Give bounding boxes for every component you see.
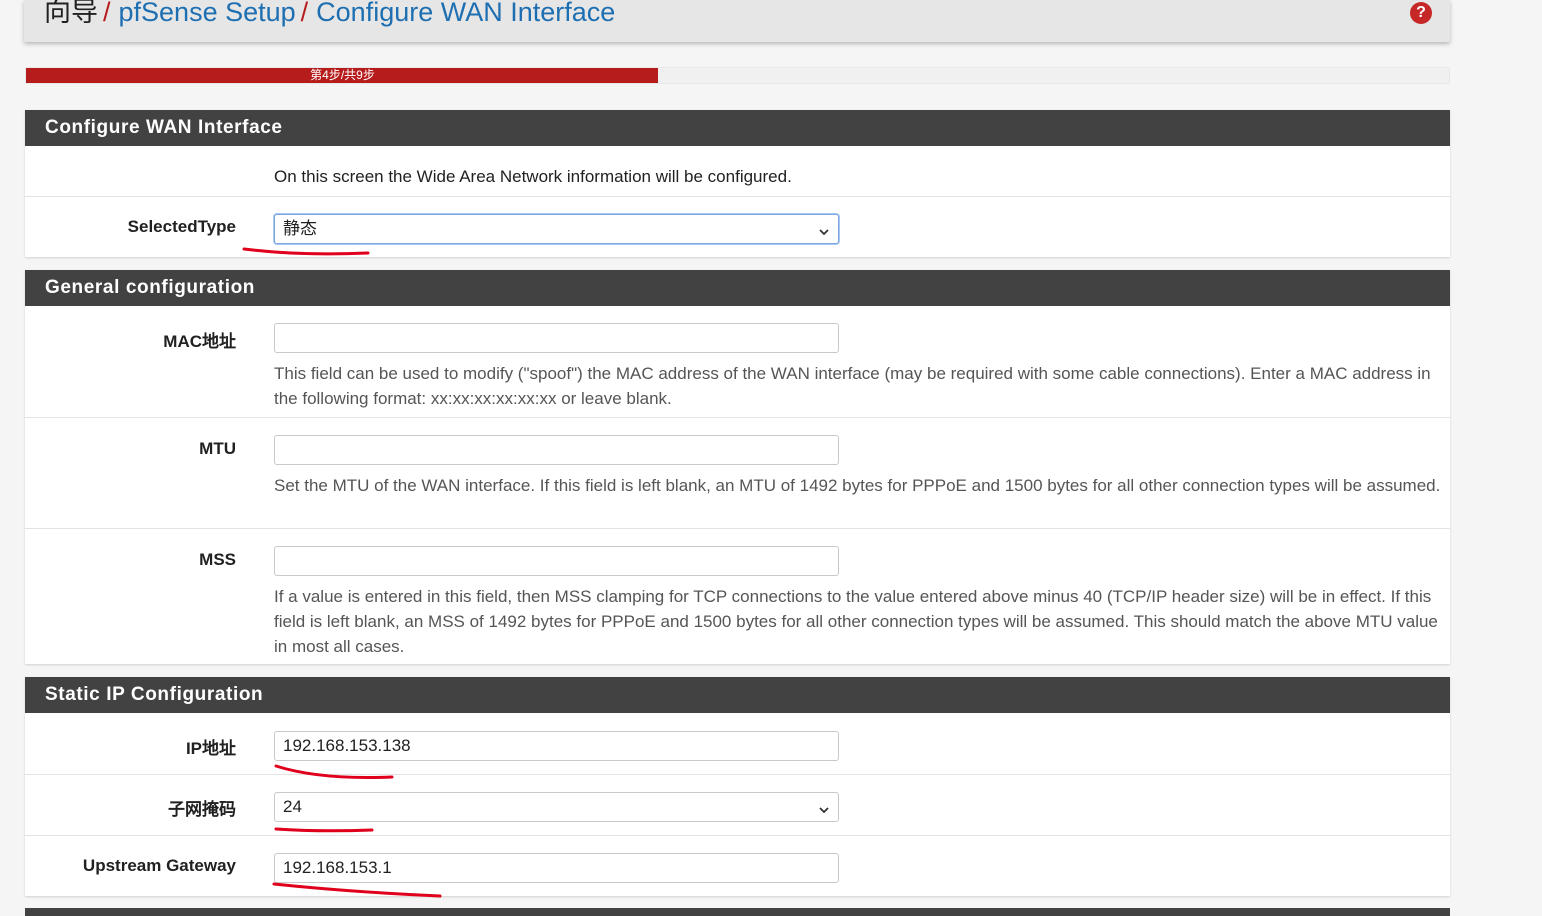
annotation-underline-gateway: [272, 882, 442, 898]
annotation-underline-subnet: [274, 827, 374, 833]
annotation-underline-ip: [274, 764, 394, 780]
annotation-underline-selected-type: [242, 247, 370, 256]
annotation-underlines: [242, 247, 442, 898]
